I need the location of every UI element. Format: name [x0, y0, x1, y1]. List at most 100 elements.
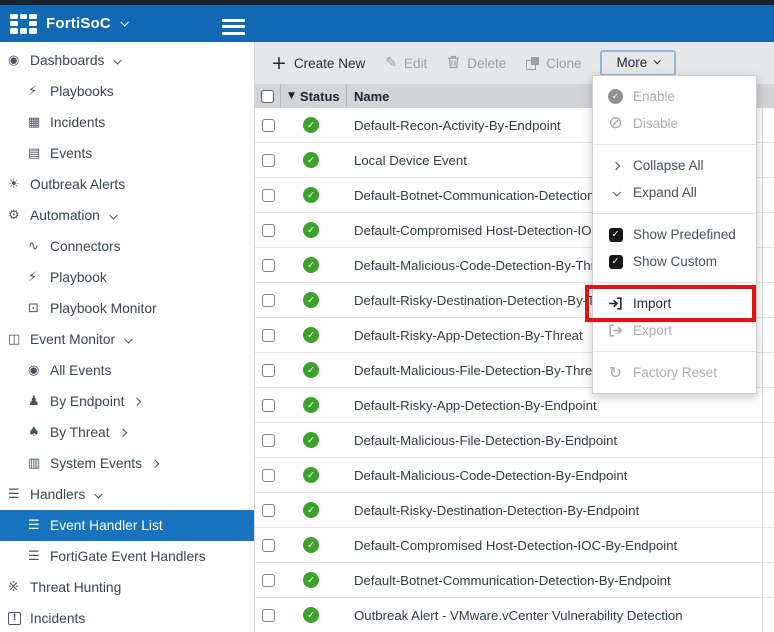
row-checkbox[interactable] [261, 258, 275, 272]
status-column-header[interactable]: ▼ Status [281, 84, 347, 108]
row-checkbox[interactable] [261, 188, 275, 202]
menu-item-import[interactable]: Import [585, 285, 756, 322]
status-enabled-icon: ✓ [303, 327, 319, 343]
status-enabled-icon: ✓ [303, 607, 319, 623]
menu-item-expand-all[interactable]: Expand All [593, 179, 756, 206]
dashboards-icon: ◉ [8, 53, 20, 68]
sidebar-item-by-endpoint[interactable]: ♟ By Endpoint [0, 386, 254, 417]
sidebar-item-system-events[interactable]: ▥ System Events [0, 448, 254, 479]
select-all-checkbox[interactable] [261, 89, 274, 103]
row-checkbox[interactable] [261, 223, 275, 237]
sidebar-item-event-monitor[interactable]: ◫ Event Monitor [0, 324, 254, 355]
row-checkbox[interactable] [261, 363, 275, 377]
row-checkbox[interactable] [261, 503, 275, 517]
status-enabled-icon: ✓ [303, 292, 319, 308]
checkbox-checked-icon: ✓ [608, 227, 623, 242]
sidebar-item-incidents-dashboard[interactable]: ▦ Incidents [0, 107, 254, 138]
row-checkbox[interactable] [261, 293, 275, 307]
factory-reset-icon: ↻ [608, 362, 623, 382]
sidebar-item-threat-hunting[interactable]: ※ Threat Hunting [0, 572, 254, 603]
menu-item-disable[interactable]: ⊘ Disable [593, 110, 756, 137]
all-events-icon: ◉ [28, 363, 40, 378]
row-checkbox[interactable] [261, 538, 275, 552]
table-row[interactable]: ✓ Default-Botnet-Communication-Detection… [255, 563, 774, 598]
column-separator [762, 108, 763, 632]
list-icon: ☰ [28, 549, 40, 564]
menu-item-show-custom[interactable]: ✓ Show Custom [593, 248, 756, 275]
product-title[interactable]: FortiSoC [46, 15, 111, 32]
chevron-down-icon [94, 489, 103, 498]
disable-icon: ⊘ [608, 113, 623, 133]
table-row[interactable]: ✓ Default-Compromised Host-Detection-IOC… [255, 528, 774, 563]
system-events-icon: ▥ [28, 456, 41, 471]
row-checkbox[interactable] [261, 153, 275, 167]
sidebar-item-outbreak-alerts[interactable]: ☀ Outbreak Alerts [0, 169, 254, 200]
menu-item-export[interactable]: Export [593, 317, 756, 344]
sidebar-item-incidents[interactable]: ! Incidents [0, 603, 254, 632]
sort-desc-icon: ▼ [288, 90, 295, 101]
sidebar-item-playbook-monitor[interactable]: ⊡ Playbook Monitor [0, 293, 254, 324]
chevron-down-icon [109, 210, 118, 219]
row-checkbox[interactable] [261, 433, 275, 447]
status-enabled-icon: ✓ [303, 432, 319, 448]
row-checkbox[interactable] [261, 118, 275, 132]
table-row[interactable]: ✓ Default-Malicious-File-Detection-By-En… [255, 423, 774, 458]
menu-item-factory-reset[interactable]: ↻ Factory Reset [593, 359, 756, 386]
enable-icon: ✓ [608, 89, 623, 104]
chevron-down-icon [611, 187, 621, 197]
menu-icon[interactable] [222, 15, 245, 35]
sidebar-item-handlers[interactable]: ☰ Handlers [0, 479, 254, 510]
edit-button[interactable]: ✎ Edit [383, 54, 429, 73]
more-dropdown-menu: ✓ Enable ⊘ Disable Collapse All Expand A… [585, 75, 757, 394]
list-icon: ☰ [28, 518, 40, 533]
row-checkbox[interactable] [261, 328, 275, 342]
clone-button[interactable]: Clone [524, 54, 583, 73]
table-row[interactable]: ✓ Default-Risky-Destination-Detection-By… [255, 493, 774, 528]
sidebar-item-playbooks[interactable]: ⚡ Playbooks [0, 76, 254, 107]
status-enabled-icon: ✓ [303, 362, 319, 378]
sidebar-item-connectors[interactable]: ∿ Connectors [0, 231, 254, 262]
menu-item-collapse-all[interactable]: Collapse All [593, 152, 756, 179]
sidebar-item-by-threat[interactable]: ♠ By Threat [0, 417, 254, 448]
row-checkbox[interactable] [261, 573, 275, 587]
chevron-down-icon [653, 57, 662, 65]
row-checkbox[interactable] [261, 608, 275, 622]
table-row[interactable]: ✓ Default-Malicious-Code-Detection-By-En… [255, 458, 774, 493]
create-new-button[interactable]: + Create New [269, 54, 367, 73]
automation-icon: ⚙ [8, 208, 20, 223]
handlers-icon: ☰ [8, 487, 20, 502]
chevron-down-icon [124, 334, 133, 343]
status-enabled-icon: ✓ [303, 397, 319, 413]
playbook-monitor-icon: ⊡ [28, 301, 39, 316]
sidebar-item-all-events[interactable]: ◉ All Events [0, 355, 254, 386]
playbook-icon: ⚡ [28, 270, 38, 285]
menu-item-show-predefined[interactable]: ✓ Show Predefined [593, 221, 756, 248]
table-row[interactable]: ✓ Outbreak Alert - VMware.vCenter Vulner… [255, 598, 774, 632]
row-checkbox[interactable] [261, 398, 275, 412]
delete-button[interactable]: Delete [445, 53, 508, 74]
status-enabled-icon: ✓ [303, 257, 319, 273]
connectors-icon: ∿ [28, 239, 39, 254]
event-monitor-icon: ◫ [8, 332, 21, 347]
status-enabled-icon: ✓ [303, 467, 319, 483]
import-icon [606, 296, 625, 311]
row-checkbox[interactable] [261, 468, 275, 482]
chevron-right-icon [611, 161, 620, 170]
chevron-right-icon [118, 428, 127, 437]
status-enabled-icon: ✓ [303, 572, 319, 588]
incidents-alert-icon: ! [8, 612, 21, 625]
status-enabled-icon: ✓ [303, 187, 319, 203]
window-top-edge [0, 0, 774, 5]
sidebar-item-events-dashboard[interactable]: ▤ Events [0, 138, 254, 169]
sidebar-item-fortigate-event-handlers[interactable]: ☰ FortiGate Event Handlers [0, 541, 254, 572]
sidebar-item-playbook[interactable]: ⚡ Playbook [0, 262, 254, 293]
threat-hunting-icon: ※ [8, 580, 19, 595]
plus-icon: + [271, 52, 287, 74]
status-enabled-icon: ✓ [303, 117, 319, 133]
sidebar-item-dashboards[interactable]: ◉ Dashboards [0, 45, 254, 76]
sidebar-item-automation[interactable]: ⚙ Automation [0, 200, 254, 231]
by-endpoint-icon: ♟ [28, 394, 40, 409]
menu-item-enable[interactable]: ✓ Enable [593, 83, 756, 110]
more-button[interactable]: More [599, 50, 677, 76]
sidebar-item-event-handler-list[interactable]: ☰ Event Handler List [0, 510, 254, 541]
